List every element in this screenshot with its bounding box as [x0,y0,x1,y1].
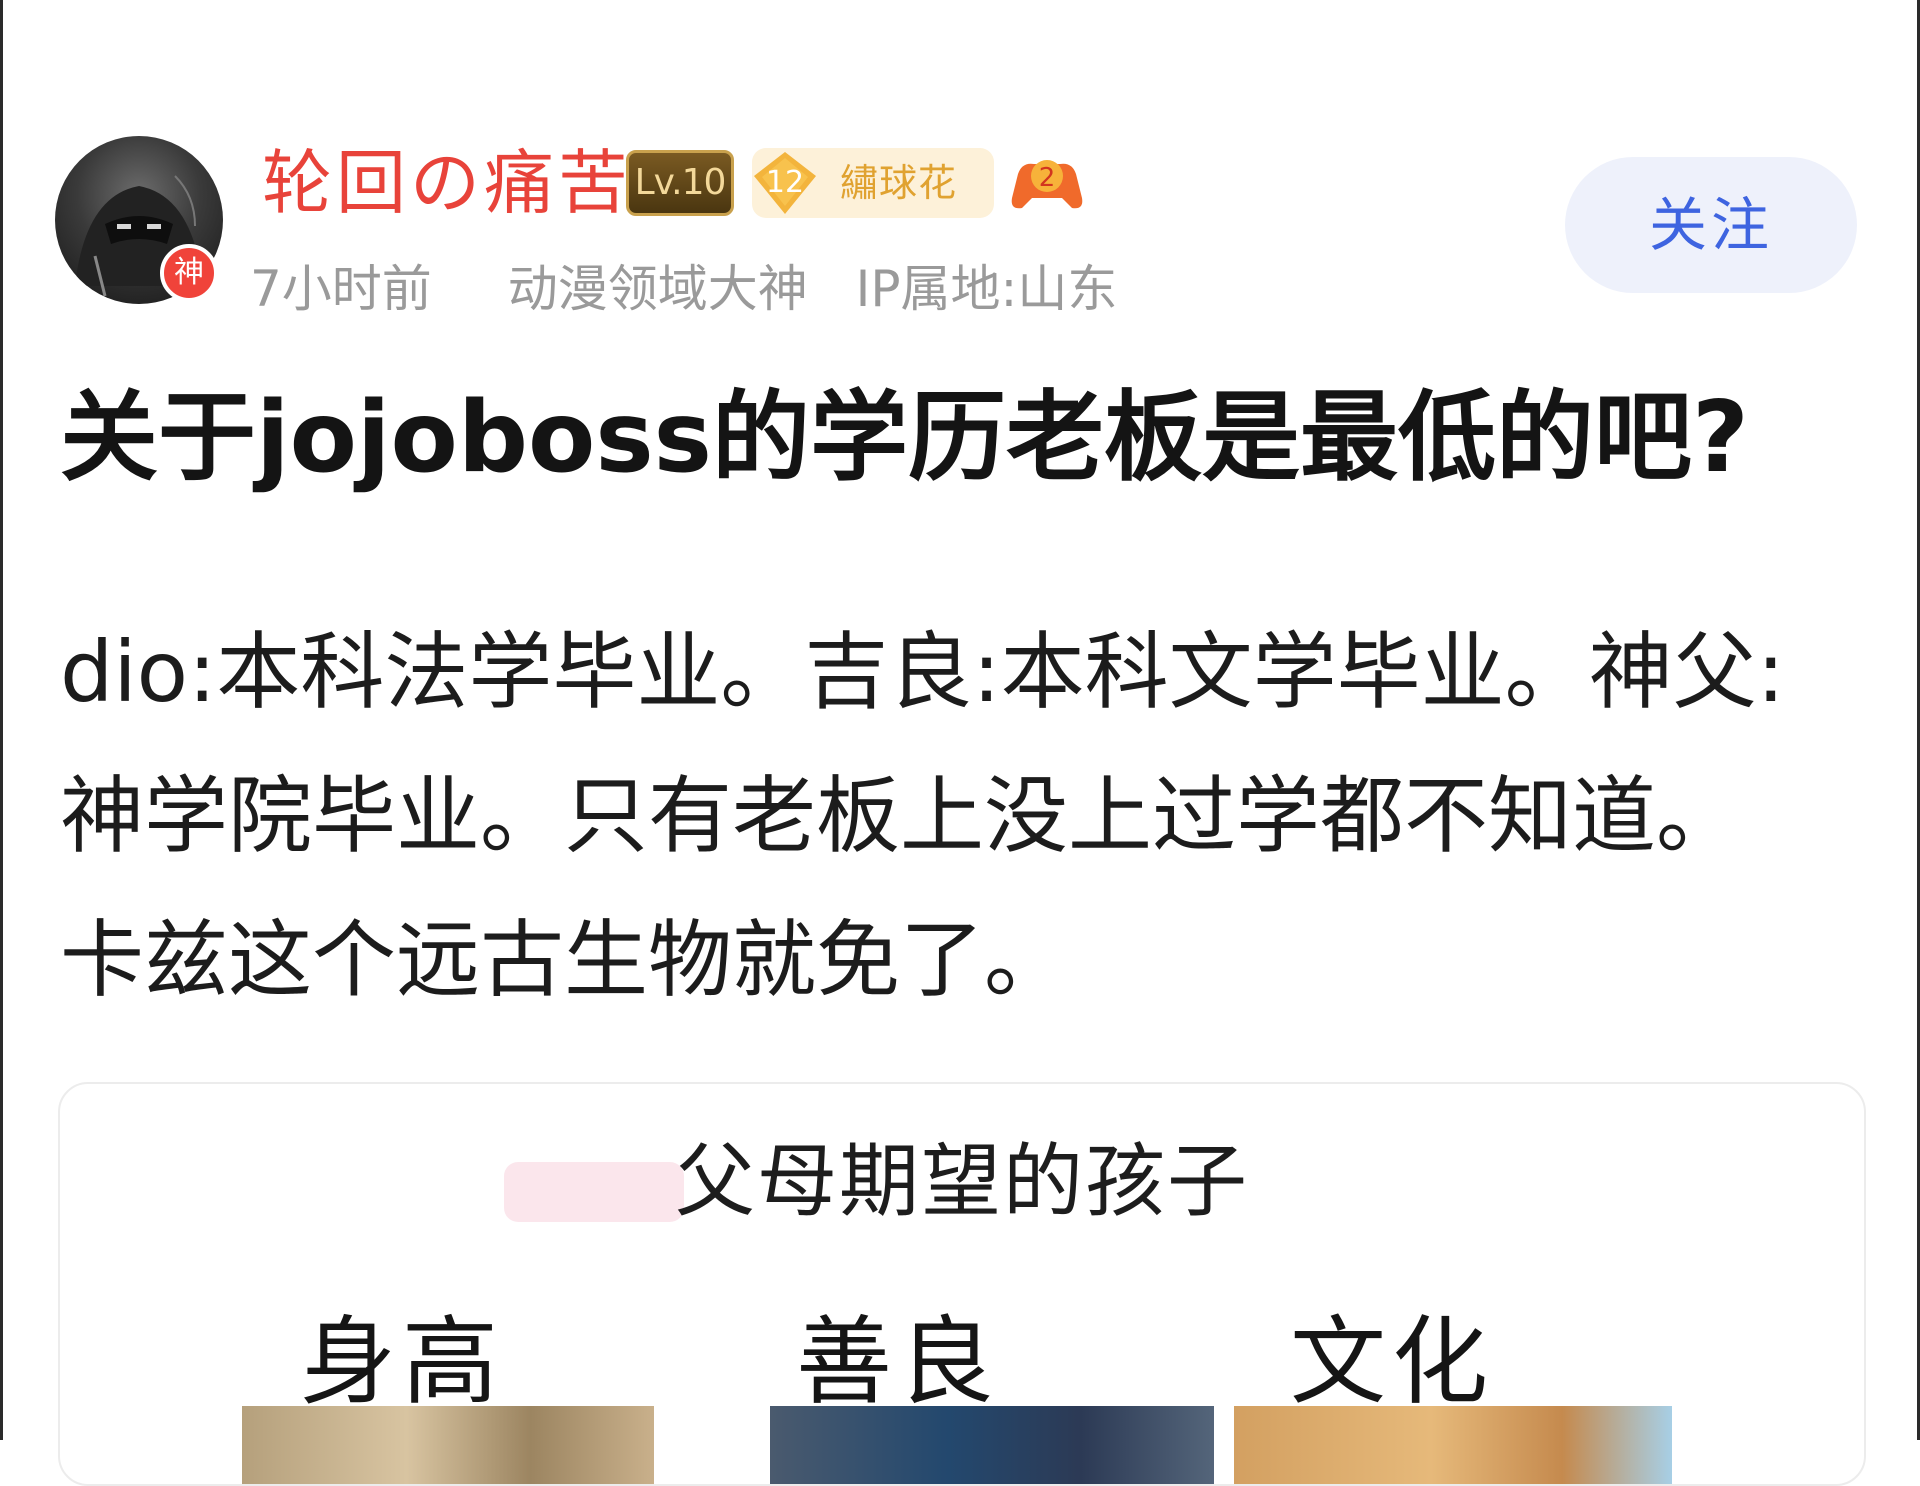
user-title: 动漫领域大神 [507,260,808,318]
god-badge: 神 [160,244,218,302]
fan-badge-name: 繡球花 [840,161,958,205]
meme-label-culture: 文化 [1290,1306,1494,1418]
follow-button[interactable]: 关注 [1565,157,1857,293]
username[interactable]: 轮回の痛苦 [262,140,632,226]
level-badge: Lv.10 [626,150,734,216]
post-body-line: 神学院毕业。只有老板上没上过学都不知道。 [60,767,1741,865]
fan-badge[interactable]: 12 繡球花 [752,148,994,218]
meme-title: 父母期望的孩子 [675,1135,1249,1228]
meme-picture-3 [1234,1406,1672,1484]
meme-picture-2 [770,1406,1214,1484]
post-body: dio:本科法学毕业。吉良:本科文学毕业。神父: 神学院毕业。只有老板上没上过学… [60,600,1840,1032]
gamepad-icon: 2 [1010,150,1084,216]
post-title: 关于jojoboss的学历老板是最低的吧? [60,381,1749,495]
fan-badge-level: 12 [765,165,805,200]
gamepad-level: 2 [1039,163,1056,193]
meme-picture-1 [242,1406,654,1484]
post-body-line: dio:本科法学毕业。吉良:本科文学毕业。神父: [60,623,1785,721]
ip-location: IP属地:山东 [855,260,1118,318]
post-time: 7小时前 [250,260,432,318]
post-body-line: 卡兹这个远古生物就免了。 [60,911,1069,1009]
meme-label-height: 身高 [300,1306,504,1418]
post-image[interactable]: 父母期望的孩子 身高 善良 文化 [58,1082,1866,1486]
post-meta: 7小时前 动漫领域大神 IP属地:山东 [250,254,1117,324]
frame-edge-left [0,0,3,1440]
meme-label-kindness: 善良 [796,1306,1000,1418]
